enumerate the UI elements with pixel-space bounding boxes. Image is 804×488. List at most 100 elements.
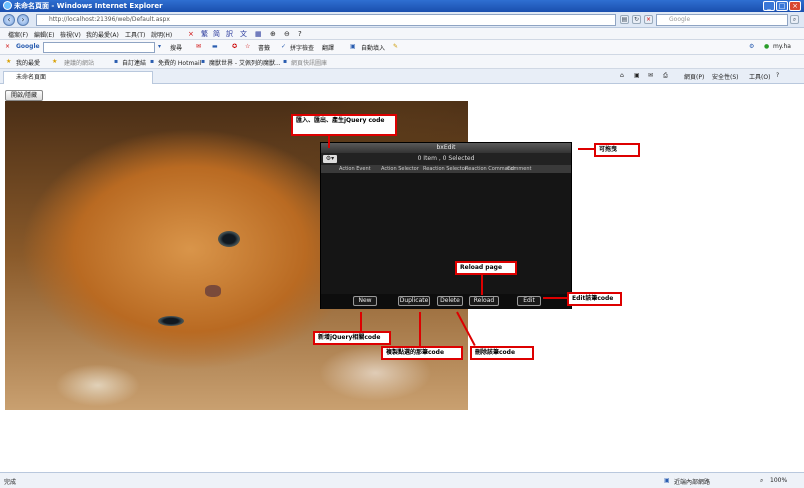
zoom-icon[interactable]: ⌕	[760, 477, 763, 485]
text-icon[interactable]: 文	[240, 30, 247, 38]
panel-table-body[interactable]	[321, 173, 571, 294]
simplified-chinese-icon[interactable]: 简	[213, 30, 220, 38]
network-icon: ▣	[664, 477, 670, 484]
menu-help[interactable]: 說明(H)	[151, 30, 172, 39]
add-favorite-icon[interactable]: ★	[52, 58, 57, 65]
menu-tools[interactable]: 工具(T)	[125, 30, 145, 39]
user-account[interactable]: my.ha	[773, 43, 791, 50]
panel-info-bar: 0 Item , 0 Selected ⚙▾	[321, 153, 571, 165]
callout-arrow	[543, 297, 567, 299]
panel-footer: New Duplicate Delete Reload Edit	[321, 294, 571, 309]
toggle-button[interactable]: 開啟/隱藏	[5, 90, 43, 101]
back-icon[interactable]: ‹	[3, 14, 15, 26]
safety-menu[interactable]: 安全性(S)	[712, 72, 739, 81]
user-status-icon: ●	[764, 43, 770, 50]
favorites-bar: ★ 我的最愛 ★ 建議的網站 ▪ 自訂連結 ▪ 免費的 Hotmail ▪ 魔獸…	[0, 55, 804, 69]
edit-button[interactable]: Edit	[517, 296, 541, 306]
settings-wrench-icon[interactable]: ⚙	[749, 43, 754, 50]
star-icon[interactable]: ☆	[245, 43, 250, 50]
feeds-icon[interactable]: ▣	[634, 72, 640, 79]
stop-icon[interactable]: ×	[644, 15, 653, 24]
zoom-out-icon[interactable]: ⊖	[284, 30, 290, 38]
new-button[interactable]: New	[353, 296, 377, 306]
translate-icon[interactable]: 訳	[226, 30, 233, 38]
favorites-item-custom-links[interactable]: 自訂連結	[122, 58, 146, 67]
compat-view-icon[interactable]: ▤	[620, 15, 629, 24]
bookmarks-menu[interactable]: 書籤	[258, 43, 270, 52]
callout-edit: Edit該筆code	[567, 292, 622, 306]
spellcheck-icon[interactable]: ✓	[281, 43, 286, 50]
google-search-icon[interactable]: ▾	[158, 43, 161, 50]
google-close-icon[interactable]: ×	[5, 43, 10, 50]
ie-logo-icon	[3, 1, 12, 10]
duplicate-button[interactable]: Duplicate	[398, 296, 430, 306]
home-icon[interactable]: ⌂	[620, 72, 624, 79]
menu-favorites[interactable]: 我的最愛(A)	[86, 30, 119, 39]
selection-count: 0 Item , 0 Selected	[417, 155, 475, 162]
delete-button[interactable]: Delete	[437, 296, 463, 306]
status-text: 完成	[4, 479, 17, 486]
autofill-icon[interactable]: ▣	[350, 43, 356, 50]
callout-delete: 刪除該筆code	[470, 346, 534, 360]
google-search-input[interactable]	[43, 42, 155, 53]
spellcheck-menu[interactable]: 拼字檢查	[290, 43, 314, 52]
menu-view[interactable]: 檢視(V)	[60, 30, 81, 39]
zoom-in-icon[interactable]: ⊕	[270, 30, 276, 38]
menu-file[interactable]: 檔案(F)	[8, 30, 28, 39]
cat-eye	[158, 316, 184, 326]
autofill-menu[interactable]: 自動填入	[361, 43, 385, 52]
favorites-item-webslice[interactable]: 網頁快訊圖庫	[291, 58, 327, 67]
address-row: ‹ › http://localhost:21396/web/Default.a…	[0, 12, 804, 28]
panel-title[interactable]: bxEdit	[321, 143, 571, 153]
refresh-icon[interactable]: ↻	[632, 15, 641, 24]
column-header[interactable]: Comment	[507, 165, 532, 173]
page-menu[interactable]: 網頁(P)	[684, 72, 704, 81]
search-icon[interactable]: ⌕	[790, 15, 799, 24]
callout-draggable: 可拖曳	[594, 143, 640, 157]
help-menu-icon[interactable]: ?	[776, 72, 779, 79]
zoom-level[interactable]: 100%	[770, 477, 787, 484]
bookmark-star-icon[interactable]: ✪	[232, 43, 237, 50]
document-icon[interactable]: ▦	[255, 30, 262, 38]
window-title: 未命名頁面 - Windows Internet Explorer	[14, 2, 163, 10]
menu-edit[interactable]: 編輯(E)	[34, 30, 54, 39]
share-icon[interactable]: ✉	[196, 43, 201, 50]
tab-bar: 未命名頁面 ⌂ ▣ ✉ ⎙ 網頁(P) 安全性(S) 工具(O) ?	[0, 69, 804, 84]
search-input[interactable]: Google	[656, 14, 788, 26]
address-input[interactable]: http://localhost:21396/web/Default.aspx	[36, 14, 616, 26]
favorites-item-hotmail[interactable]: 免費的 Hotmail	[158, 58, 201, 67]
favorites-label[interactable]: 我的最愛	[16, 58, 40, 67]
print-icon[interactable]: ⎙	[663, 72, 668, 80]
callout-new: 新增jQuery相關code	[313, 331, 391, 345]
tools-menu[interactable]: 工具(O)	[749, 72, 770, 81]
help-icon[interactable]: ?	[298, 30, 302, 38]
column-header[interactable]: Action Event	[339, 165, 371, 173]
close-x-icon[interactable]: ×	[188, 30, 194, 38]
minimize-button[interactable]: _	[763, 1, 775, 11]
highlight-icon[interactable]: ✎	[393, 43, 398, 50]
column-header[interactable]: Reaction Selector	[423, 165, 467, 173]
close-button[interactable]: ×	[789, 1, 801, 11]
favorites-item-wow[interactable]: 魔獸世界 - 艾佩列的魔獸...	[209, 58, 281, 67]
favorites-item-suggested[interactable]: 建議的網站	[64, 58, 94, 67]
forward-icon[interactable]: ›	[17, 14, 29, 26]
tab-title: 未命名頁面	[16, 74, 47, 81]
tab-current[interactable]: 未命名頁面	[3, 71, 153, 84]
security-zone[interactable]: 近端內部網路	[674, 477, 710, 486]
column-header[interactable]: Action Selector	[381, 165, 419, 173]
reload-button[interactable]: Reload	[469, 296, 499, 306]
title-bar: 未命名頁面 - Windows Internet Explorer _ □ ×	[0, 0, 804, 12]
callout-arrow	[360, 312, 362, 331]
cat-nose	[205, 285, 221, 297]
menu-bar: 檔案(F) 編輯(E) 檢視(V) 我的最愛(A) 工具(T) 說明(H) × …	[0, 28, 804, 40]
maximize-button[interactable]: □	[776, 1, 788, 11]
status-bar: 完成 ▣ 近端內部網路 ⌕ 100%	[0, 472, 804, 488]
pagerank-icon[interactable]: ▬	[212, 43, 218, 50]
traditional-chinese-icon[interactable]: 繁	[201, 30, 208, 38]
google-search-button[interactable]: 搜尋	[170, 43, 182, 52]
translate-menu[interactable]: 翻譯	[322, 43, 334, 52]
bxedit-panel[interactable]: bxEdit 0 Item , 0 Selected ⚙▾ Action Eve…	[320, 142, 572, 309]
gear-menu-icon[interactable]: ⚙▾	[323, 155, 337, 163]
mail-icon[interactable]: ✉	[648, 72, 653, 79]
callout-reload: Reload page	[455, 261, 517, 275]
